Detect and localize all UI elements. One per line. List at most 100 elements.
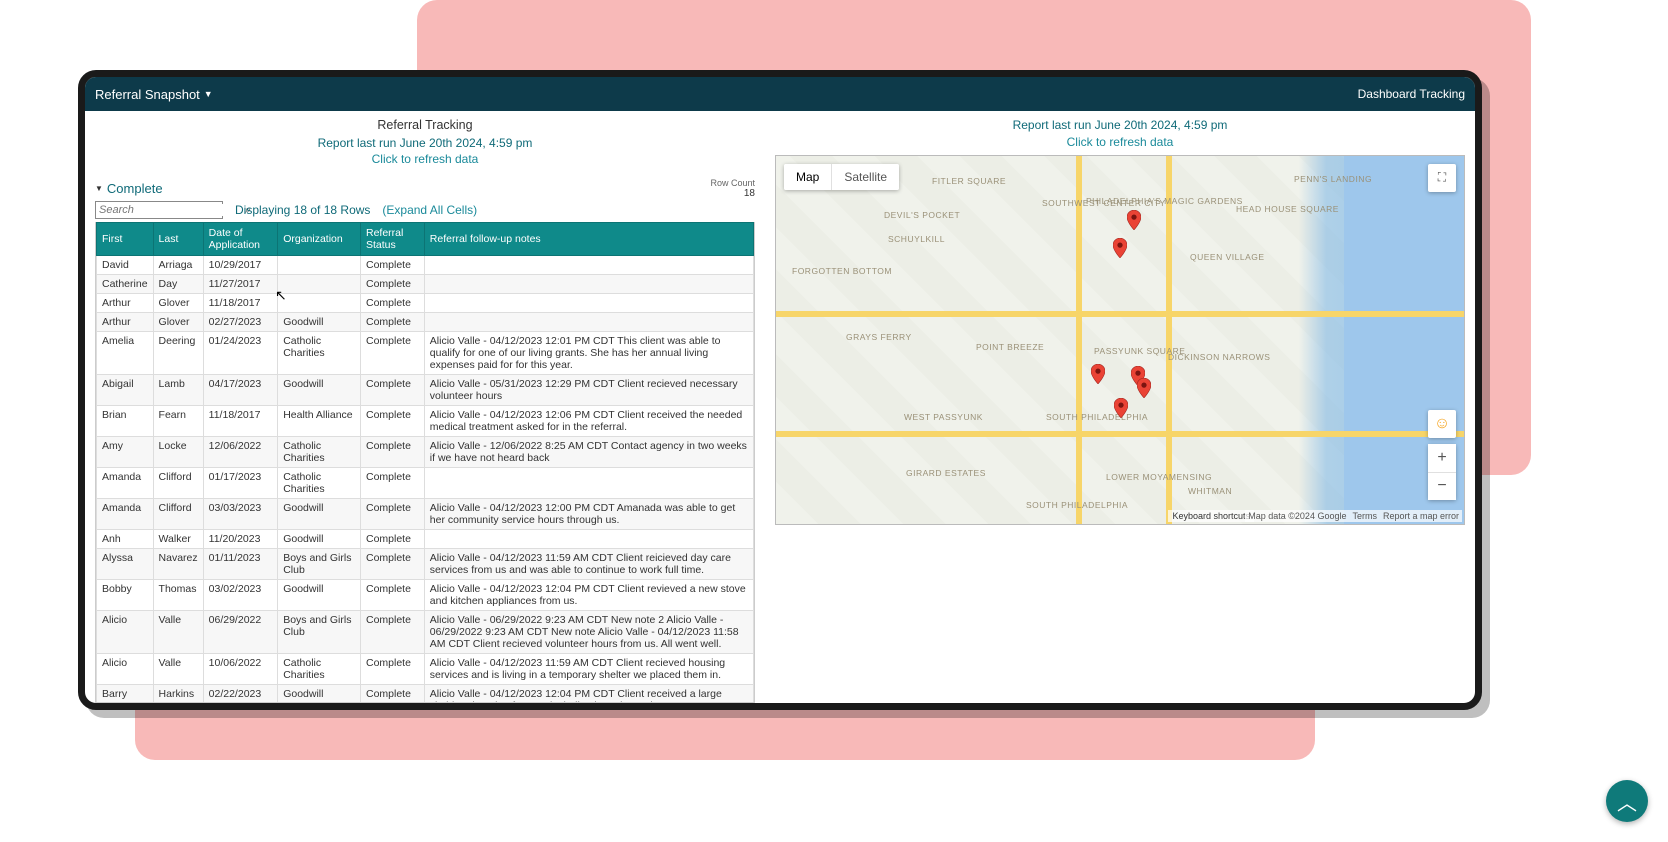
table-row[interactable]: AbigailLamb04/17/2023GoodwillCompleteAli… [97, 375, 754, 406]
cell-last: Clifford [153, 468, 203, 499]
cell-notes: Alicio Valle - 04/12/2023 12:04 PM CDT C… [424, 580, 753, 611]
cell-status: Complete [360, 375, 424, 406]
map-canvas[interactable]: FITLER SQUAREDEVIL'S POCKETSCHUYLKILLFOR… [776, 156, 1464, 524]
column-header[interactable]: Organization [278, 223, 361, 256]
cell-status: Complete [360, 580, 424, 611]
map-label: LOWER MOYAMENSING [1106, 472, 1212, 482]
map-pin[interactable] [1091, 364, 1105, 384]
search-box[interactable]: ⌕ [95, 201, 223, 219]
section-toggle-complete[interactable]: ▼ Complete [95, 181, 163, 196]
table-row[interactable]: ArthurGlover02/27/2023GoodwillComplete [97, 313, 754, 332]
map-refresh-link[interactable]: Click to refresh data [775, 134, 1465, 151]
cell-status: Complete [360, 549, 424, 580]
table-row[interactable]: AnhWalker11/20/2023GoodwillComplete [97, 530, 754, 549]
terms-link[interactable]: Terms [1352, 511, 1377, 521]
cell-first: Alicio [97, 654, 154, 685]
cell-notes: Alicio Valle - 05/31/2023 12:29 PM CDT C… [424, 375, 753, 406]
table-row[interactable]: AlicioValle06/29/2022Boys and Girls Club… [97, 611, 754, 654]
cell-first: Arthur [97, 294, 154, 313]
dashboard-title-dropdown[interactable]: Referral Snapshot ▼ [95, 87, 213, 102]
map-label: SOUTH PHILADELPHIA [1026, 500, 1128, 510]
cell-notes [424, 294, 753, 313]
map-pin[interactable] [1114, 398, 1128, 418]
cell-notes [424, 530, 753, 549]
search-input[interactable] [96, 204, 245, 216]
cell-date: 03/02/2023 [203, 580, 278, 611]
cell-status: Complete [360, 275, 424, 294]
cell-first: Alyssa [97, 549, 154, 580]
report-error-link[interactable]: Report a map error [1383, 511, 1459, 521]
cell-org: Boys and Girls Club [278, 611, 361, 654]
cell-date: 04/17/2023 [203, 375, 278, 406]
table-row[interactable]: AmandaClifford03/03/2023GoodwillComplete… [97, 499, 754, 530]
table-row[interactable]: ArthurGlover11/18/2017Complete [97, 294, 754, 313]
table-row[interactable]: BobbyThomas03/02/2023GoodwillCompleteAli… [97, 580, 754, 611]
road [1076, 156, 1082, 524]
dashboard-tracking-link[interactable]: Dashboard Tracking [1358, 87, 1465, 101]
table-row[interactable]: AmyLocke12/06/2022Catholic CharitiesComp… [97, 437, 754, 468]
cell-org: Goodwill [278, 530, 361, 549]
map-label: Philadelphia's Magic Gardens [1086, 196, 1243, 206]
cell-notes [424, 256, 753, 275]
map-label: DICKINSON NARROWS [1168, 352, 1270, 362]
table-row[interactable]: AlyssaNavarez01/11/2023Boys and Girls Cl… [97, 549, 754, 580]
cell-org: Goodwill [278, 685, 361, 703]
map-label: QUEEN VILLAGE [1190, 252, 1265, 262]
table-row[interactable]: BarryHarkins02/22/2023GoodwillCompleteAl… [97, 685, 754, 703]
expand-all-link[interactable]: (Expand All Cells) [382, 203, 477, 217]
cell-last: Valle [153, 654, 203, 685]
map-type-map[interactable]: Map [784, 164, 831, 190]
cell-notes: Alicio Valle - 04/12/2023 12:04 PM CDT C… [424, 685, 753, 703]
map-label: SCHUYLKILL [888, 234, 945, 244]
table-row[interactable]: DavidArriaga10/29/2017Complete [97, 256, 754, 275]
cell-status: Complete [360, 437, 424, 468]
pegman-button[interactable]: ☺ [1428, 410, 1456, 438]
column-header[interactable]: Date of Application [203, 223, 278, 256]
map-pin[interactable] [1127, 210, 1141, 230]
cell-last: Fearn [153, 406, 203, 437]
keyboard-shortcuts-link[interactable]: Keyboard shortcuts [1168, 510, 1254, 522]
table-row[interactable]: AmeliaDeering01/24/2023Catholic Charitie… [97, 332, 754, 375]
map-pin[interactable] [1137, 378, 1151, 398]
table-row[interactable]: CatherineDay11/27/2017Complete [97, 275, 754, 294]
fullscreen-button[interactable]: ⛶ [1428, 164, 1456, 192]
cell-first: Alicio [97, 611, 154, 654]
cell-status: Complete [360, 685, 424, 703]
table-row[interactable]: AmandaClifford01/17/2023Catholic Chariti… [97, 468, 754, 499]
table-row[interactable]: AlicioValle10/06/2022Catholic CharitiesC… [97, 654, 754, 685]
chevron-up-icon: ︿ [1617, 787, 1637, 816]
column-header[interactable]: Referral follow-up notes [424, 223, 753, 256]
cell-status: Complete [360, 332, 424, 375]
section-label: Complete [107, 181, 163, 196]
table-row[interactable]: BrianFearn11/18/2017Health AllianceCompl… [97, 406, 754, 437]
column-header[interactable]: First [97, 223, 154, 256]
cell-first: Anh [97, 530, 154, 549]
report-last-run: Report last run June 20th 2024, 4:59 pm [95, 135, 755, 152]
cell-org: Boys and Girls Club [278, 549, 361, 580]
road [776, 431, 1464, 437]
scroll-to-top-fab[interactable]: ︿ [1606, 780, 1648, 822]
cell-first: Bobby [97, 580, 154, 611]
right-report-header: Report last run June 20th 2024, 4:59 pm … [775, 117, 1465, 151]
table-scroll[interactable]: FirstLastDate of ApplicationOrganization… [95, 222, 755, 703]
cell-org [278, 256, 361, 275]
zoom-in-button[interactable]: + [1428, 444, 1456, 472]
cell-notes: Alicio Valle - 12/06/2022 8:25 AM CDT Co… [424, 437, 753, 468]
map-type-satellite[interactable]: Satellite [831, 164, 899, 190]
cell-last: Clifford [153, 499, 203, 530]
column-header[interactable]: Last [153, 223, 203, 256]
column-header[interactable]: Referral Status [360, 223, 424, 256]
cell-first: Arthur [97, 313, 154, 332]
cell-first: David [97, 256, 154, 275]
map-label: FITLER SQUARE [932, 176, 1006, 186]
zoom-out-button[interactable]: − [1428, 472, 1456, 500]
refresh-data-link[interactable]: Click to refresh data [95, 151, 755, 168]
map[interactable]: FITLER SQUAREDEVIL'S POCKETSCHUYLKILLFOR… [775, 155, 1465, 525]
road [1166, 156, 1172, 524]
cell-date: 11/27/2017 [203, 275, 278, 294]
cell-org: Goodwill [278, 313, 361, 332]
map-pin[interactable] [1113, 238, 1127, 258]
referral-table-pane: Referral Tracking Report last run June 2… [95, 117, 755, 703]
road [776, 311, 1464, 317]
cell-notes [424, 275, 753, 294]
